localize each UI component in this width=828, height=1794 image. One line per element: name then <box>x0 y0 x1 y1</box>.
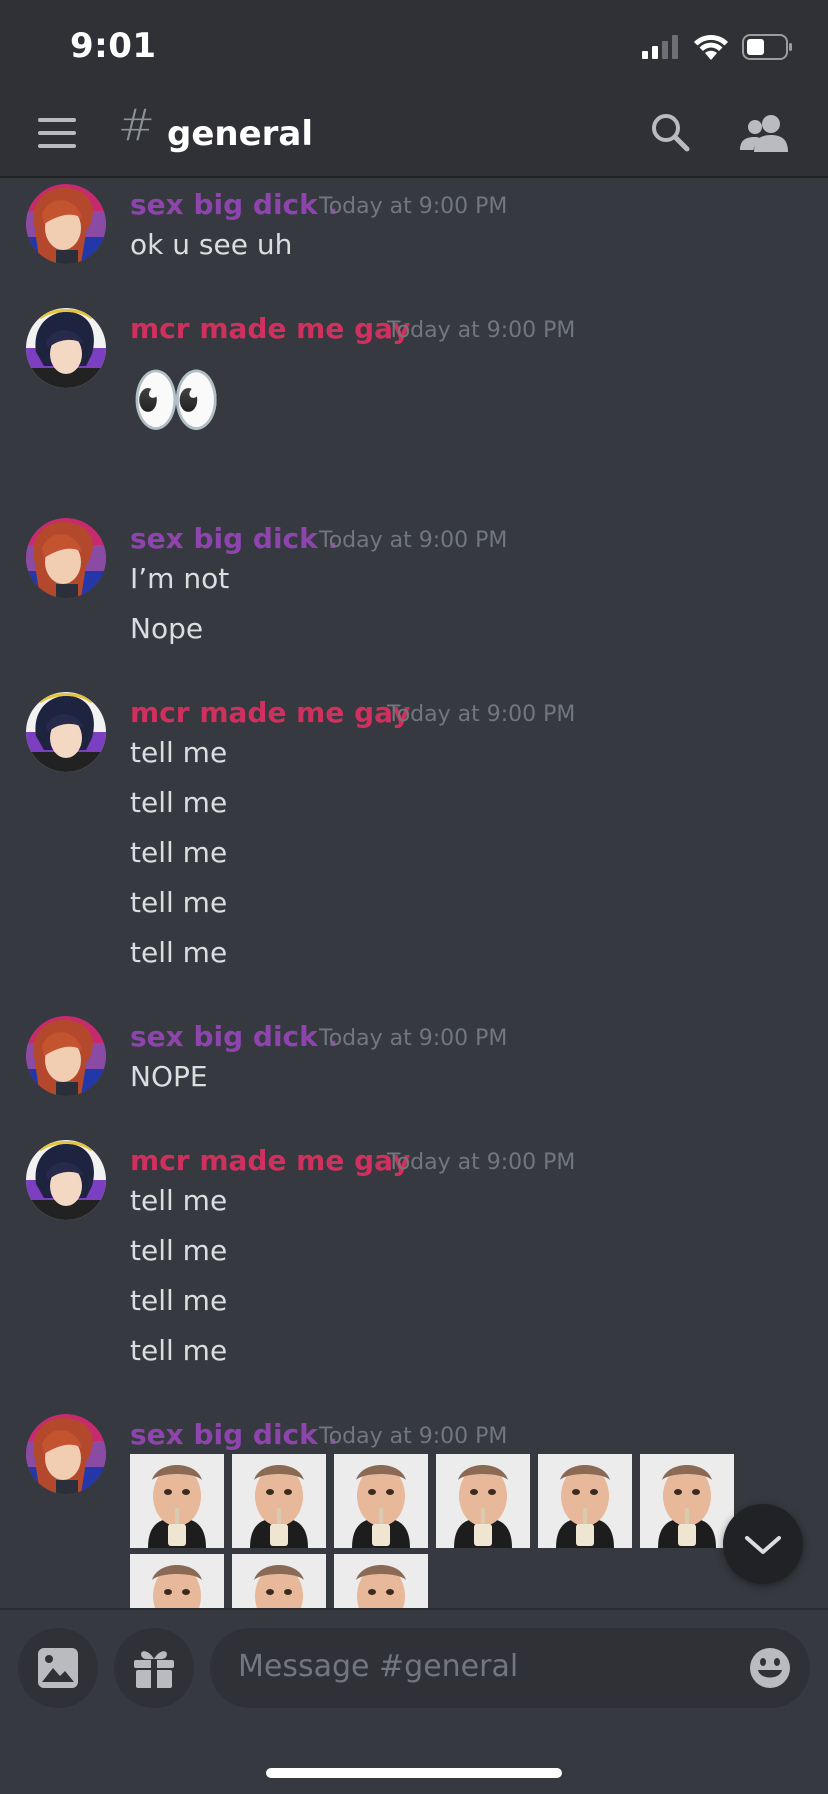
custom-emoji[interactable] <box>232 1454 326 1548</box>
username[interactable]: sex big dick . <box>130 1020 338 1053</box>
search-icon[interactable] <box>648 110 692 154</box>
custom-emoji[interactable] <box>538 1454 632 1548</box>
gift-button[interactable] <box>114 1628 194 1708</box>
message-text: tell me <box>130 736 228 769</box>
custom-emoji[interactable] <box>232 1554 326 1608</box>
attach-image-button[interactable] <box>18 1628 98 1708</box>
custom-emoji[interactable] <box>640 1454 734 1548</box>
message-text: Nope <box>130 612 204 645</box>
custom-emoji[interactable] <box>130 1554 224 1608</box>
avatar[interactable] <box>26 518 106 598</box>
username[interactable]: mcr made me gay <box>130 1144 410 1177</box>
avatar[interactable] <box>26 308 106 388</box>
channel-header: # general <box>0 92 828 178</box>
username[interactable]: mcr made me gay <box>130 696 410 729</box>
username[interactable]: sex big dick . <box>130 188 338 221</box>
timestamp: Today at 9:00 PM <box>387 318 576 343</box>
timestamp: Today at 9:00 PM <box>387 702 576 727</box>
message-text: ok u see uh <box>130 228 293 261</box>
custom-emoji-grid <box>130 1454 750 1608</box>
custom-emoji[interactable] <box>334 1554 428 1608</box>
emoji-icon[interactable] <box>748 1646 792 1690</box>
timestamp: Today at 9:00 PM <box>319 1424 508 1449</box>
jump-to-present-button[interactable] <box>723 1504 803 1584</box>
message-text: tell me <box>130 1184 228 1217</box>
message-text: tell me <box>130 1284 228 1317</box>
message-text: NOPE <box>130 1060 208 1093</box>
avatar[interactable] <box>26 1414 106 1494</box>
status-time: 9:01 <box>70 26 157 66</box>
message-input[interactable]: Message #general <box>210 1628 810 1708</box>
avatar[interactable] <box>26 184 106 264</box>
custom-emoji[interactable] <box>130 1454 224 1548</box>
message-text: 👀 <box>130 357 223 443</box>
username[interactable]: sex big dick . <box>130 522 338 555</box>
gift-icon <box>134 1651 174 1688</box>
username[interactable]: sex big dick . <box>130 1418 338 1451</box>
wifi-icon <box>694 34 728 60</box>
message-composer: Message #general <box>0 1608 828 1794</box>
message-text: I’m not <box>130 562 230 595</box>
members-icon[interactable] <box>740 112 790 156</box>
signal-icon <box>642 35 678 59</box>
avatar[interactable] <box>26 1140 106 1220</box>
timestamp: Today at 9:00 PM <box>319 194 508 219</box>
status-icons <box>642 34 794 60</box>
message-text: tell me <box>130 786 228 819</box>
image-icon <box>38 1648 78 1688</box>
custom-emoji[interactable] <box>334 1454 428 1548</box>
avatar[interactable] <box>26 1016 106 1096</box>
chevron-down-icon <box>745 1536 781 1554</box>
status-bar: 9:01 <box>0 0 828 92</box>
timestamp: Today at 9:00 PM <box>319 528 508 553</box>
timestamp: Today at 9:00 PM <box>387 1150 576 1175</box>
battery-icon <box>742 34 792 60</box>
custom-emoji[interactable] <box>436 1454 530 1548</box>
message-text: tell me <box>130 836 228 869</box>
message-text: tell me <box>130 1234 228 1267</box>
message-text: tell me <box>130 936 228 969</box>
message-text: tell me <box>130 886 228 919</box>
avatar[interactable] <box>26 692 106 772</box>
channel-hash-icon: # <box>118 100 155 151</box>
home-indicator <box>266 1768 562 1778</box>
username[interactable]: mcr made me gay <box>130 312 410 345</box>
channel-name: general <box>167 114 314 154</box>
timestamp: Today at 9:00 PM <box>319 1026 508 1051</box>
hamburger-menu-icon[interactable] <box>38 116 78 152</box>
message-list[interactable]: sex big dick . Today at 9:00 PM ok u see… <box>0 178 828 1608</box>
message-input-placeholder: Message #general <box>238 1649 519 1684</box>
message-text: tell me <box>130 1334 228 1367</box>
